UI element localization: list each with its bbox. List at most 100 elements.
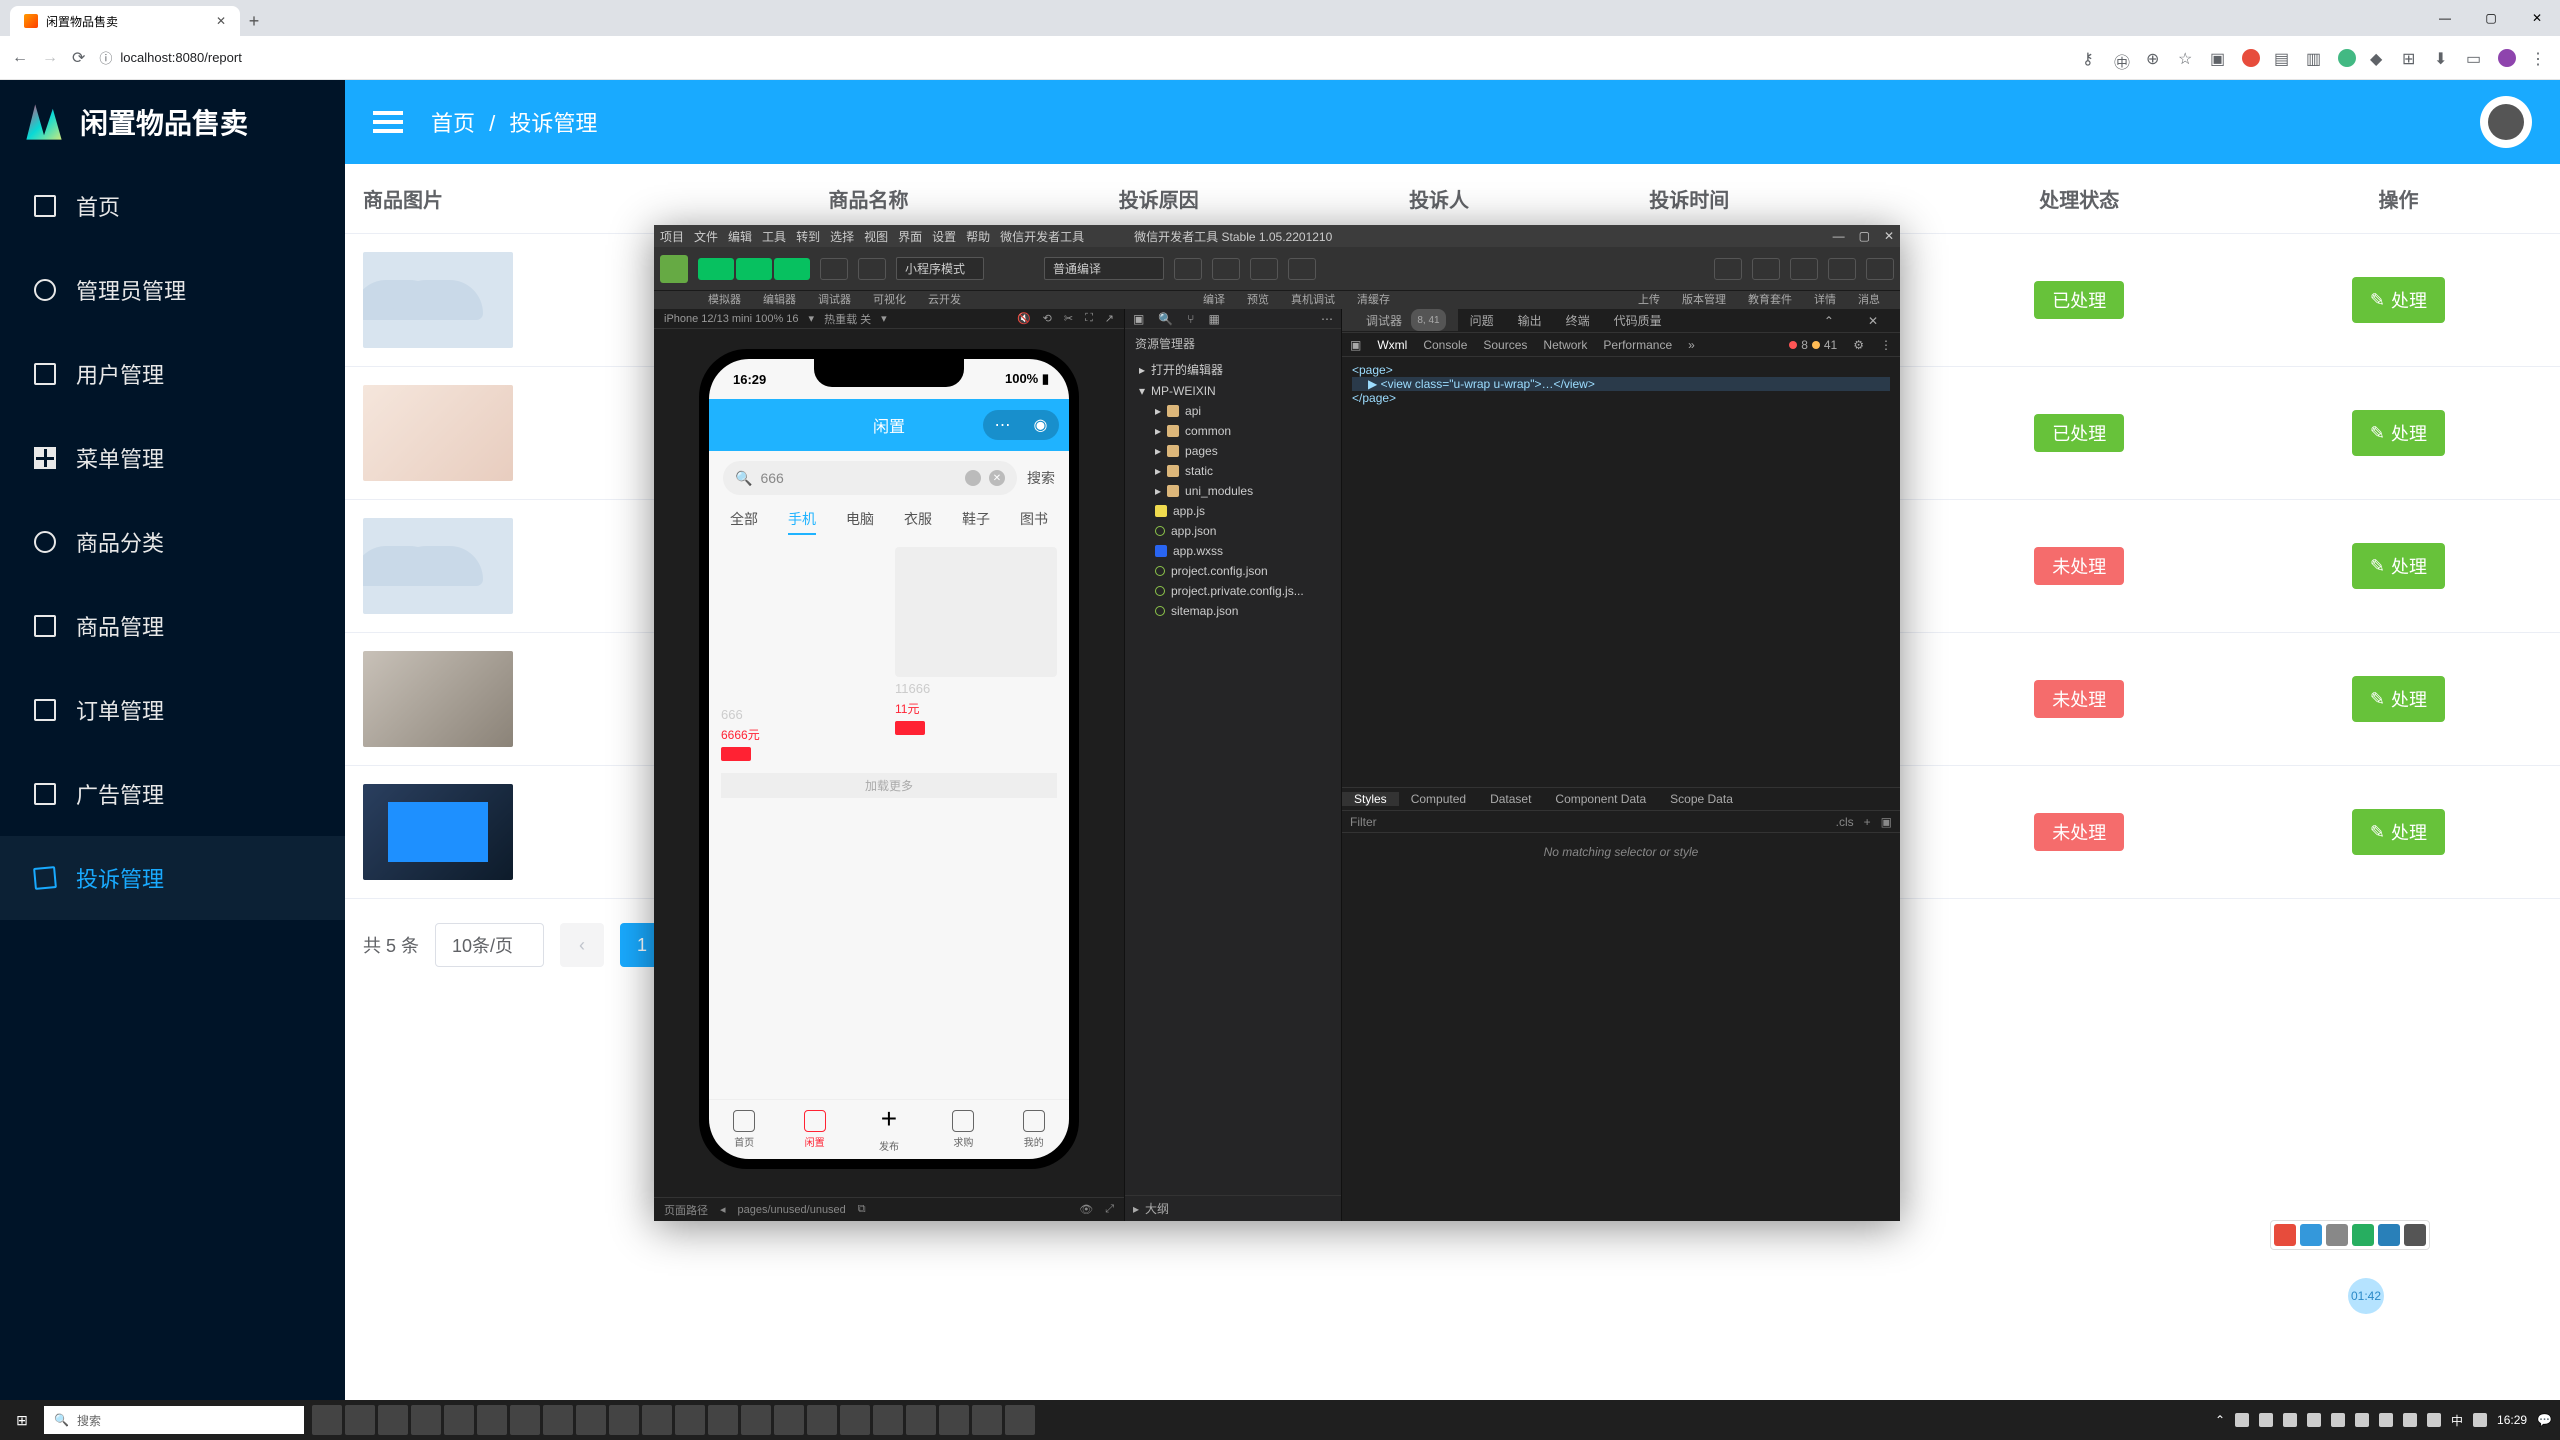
- new-tab-button[interactable]: +: [240, 11, 268, 36]
- cloud-button[interactable]: [858, 258, 886, 280]
- taskbar-app-icon[interactable]: [609, 1405, 639, 1435]
- sidebar-item-users[interactable]: 用户管理: [0, 332, 345, 416]
- menu-item[interactable]: 项目: [660, 228, 684, 245]
- clear-icon[interactable]: ✕: [989, 470, 1005, 486]
- taskbar-app-icon[interactable]: [1005, 1405, 1035, 1435]
- menu-item[interactable]: 编辑: [728, 228, 752, 245]
- devtools-close-icon[interactable]: ✕: [1884, 229, 1894, 243]
- notifications-icon[interactable]: 💬: [2537, 1413, 2552, 1427]
- tray-expand-icon[interactable]: ⌃: [2215, 1413, 2225, 1427]
- sidebar-item-ads[interactable]: 广告管理: [0, 752, 345, 836]
- kebab-icon[interactable]: ⋮: [1880, 338, 1892, 352]
- component-data-tab[interactable]: Component Data: [1543, 792, 1658, 806]
- tab-me[interactable]: 我的: [1023, 1110, 1045, 1149]
- pin-styles-icon[interactable]: ▣: [1881, 815, 1892, 829]
- ext2-icon[interactable]: ▤: [2274, 49, 2292, 67]
- sidebar-item-categories[interactable]: 商品分类: [0, 500, 345, 584]
- dir-uni-modules[interactable]: ▸uni_modules: [1125, 481, 1341, 501]
- translate-icon[interactable]: ㊥: [2114, 49, 2132, 67]
- issue-counts[interactable]: 841: [1789, 338, 1837, 352]
- product-card[interactable]: 11666 11元: [895, 547, 1057, 735]
- cat-phone[interactable]: 手机: [788, 509, 816, 535]
- handle-button[interactable]: ✎处理: [2352, 277, 2445, 323]
- tab-close-icon[interactable]: ✕: [216, 14, 226, 28]
- computed-tab[interactable]: Computed: [1399, 792, 1478, 806]
- prev-page-button[interactable]: ‹: [560, 923, 604, 967]
- user-avatar[interactable]: [2480, 96, 2532, 148]
- dir-pages[interactable]: ▸pages: [1125, 441, 1341, 461]
- browser-tab[interactable]: 闲置物品售卖 ✕: [10, 6, 240, 36]
- product-card[interactable]: 666 6666元: [721, 707, 883, 761]
- project-root[interactable]: ▾ MP-WEIXIN: [1125, 381, 1341, 401]
- tab-want[interactable]: 求购: [952, 1110, 974, 1149]
- sidebar-item-admins[interactable]: 管理员管理: [0, 248, 345, 332]
- system-tray[interactable]: ⌃ 中 16:29 💬: [2215, 1412, 2560, 1429]
- handle-button[interactable]: ✎处理: [2352, 809, 2445, 855]
- taskbar-app-icon[interactable]: [873, 1405, 903, 1435]
- version-button[interactable]: [1752, 258, 1780, 280]
- upload-button[interactable]: [1714, 258, 1742, 280]
- taskbar-app-icon[interactable]: [774, 1405, 804, 1435]
- file-app-wxss[interactable]: app.wxss: [1125, 541, 1341, 561]
- debugger-button[interactable]: [774, 258, 810, 280]
- search-tab-icon[interactable]: 🔍: [1158, 312, 1173, 326]
- cls-toggle[interactable]: .cls: [1836, 815, 1854, 829]
- console-subtab[interactable]: Console: [1423, 338, 1467, 352]
- fullscreen-icon[interactable]: ⛶: [1085, 312, 1093, 325]
- cut-icon[interactable]: ✂: [1064, 312, 1073, 325]
- devtools-min-icon[interactable]: —: [1833, 229, 1845, 243]
- outline-section[interactable]: ▸ 大纲: [1125, 1195, 1341, 1221]
- menu-item[interactable]: 微信开发者工具: [1000, 228, 1084, 245]
- breadcrumb-home[interactable]: 首页: [431, 111, 475, 136]
- hotreload-toggle[interactable]: 热重载 关: [824, 311, 871, 327]
- cat-all[interactable]: 全部: [730, 509, 758, 535]
- taskbar-app-icon[interactable]: [807, 1405, 837, 1435]
- file-project-private[interactable]: project.private.config.js...: [1125, 581, 1341, 601]
- open-editors[interactable]: ▸ 打开的编辑器: [1125, 358, 1341, 381]
- menu-item[interactable]: 工具: [762, 228, 786, 245]
- performance-subtab[interactable]: Performance: [1603, 338, 1672, 352]
- load-more[interactable]: 加载更多: [721, 773, 1057, 798]
- nav-forward-icon[interactable]: →: [42, 49, 58, 67]
- close-panel-icon[interactable]: ✕: [1856, 309, 1890, 332]
- output-tab[interactable]: 输出: [1506, 309, 1554, 332]
- profile-avatar-icon[interactable]: [2498, 49, 2516, 67]
- menu-item[interactable]: 转到: [796, 228, 820, 245]
- gear-icon[interactable]: ⚙: [1853, 338, 1864, 352]
- bookmark-icon[interactable]: ☆: [2178, 49, 2196, 67]
- sidebar-item-products[interactable]: 商品管理: [0, 584, 345, 668]
- extensions-icon[interactable]: ⊞: [2402, 49, 2420, 67]
- visual-button[interactable]: [820, 258, 848, 280]
- eye-icon[interactable]: 👁: [1079, 1203, 1093, 1216]
- compile-select[interactable]: 普通编译: [1044, 257, 1164, 280]
- remote-debug-button[interactable]: [1250, 258, 1278, 280]
- taskbar-app-icon[interactable]: [708, 1405, 738, 1435]
- wxml-subtab[interactable]: Wxml: [1377, 338, 1407, 352]
- network-subtab[interactable]: Network: [1543, 338, 1587, 352]
- dataset-tab[interactable]: Dataset: [1478, 792, 1543, 806]
- menu-item[interactable]: 设置: [932, 228, 956, 245]
- styles-filter-input[interactable]: Filter: [1350, 815, 1377, 829]
- menu-dots-icon[interactable]: ⋮: [2530, 49, 2548, 67]
- window-minimize[interactable]: —: [2422, 0, 2468, 36]
- sidebar-item-reports[interactable]: 投诉管理: [0, 836, 345, 920]
- cat-pc[interactable]: 电脑: [846, 509, 874, 535]
- taskbar-search[interactable]: 🔍搜索: [44, 1406, 304, 1434]
- taskbar-app-icon[interactable]: [444, 1405, 474, 1435]
- debugger-tab[interactable]: 调试器 8, 41: [1342, 309, 1458, 332]
- sidebar-item-home[interactable]: 首页: [0, 164, 345, 248]
- editor-button[interactable]: [736, 258, 772, 280]
- taskbar-app-icon[interactable]: [411, 1405, 441, 1435]
- sidebar-item-menus[interactable]: 菜单管理: [0, 416, 345, 500]
- ext3-icon[interactable]: ▥: [2306, 49, 2324, 67]
- dir-static[interactable]: ▸static: [1125, 461, 1341, 481]
- taskbar-app-icon[interactable]: [675, 1405, 705, 1435]
- dom-tree[interactable]: <page> ▶ <view class="u-wrap u-wrap">…</…: [1342, 357, 1900, 787]
- taskbar-app-icon[interactable]: [972, 1405, 1002, 1435]
- edu-button[interactable]: [1790, 258, 1818, 280]
- chevron-up-icon[interactable]: ⌃: [1812, 309, 1846, 332]
- adblock-ext-icon[interactable]: [2242, 49, 2260, 67]
- messages-button[interactable]: [1866, 258, 1894, 280]
- mp-search-button[interactable]: 搜索: [1027, 468, 1055, 488]
- mp-search-input[interactable]: 🔍 666 ✕: [723, 461, 1017, 495]
